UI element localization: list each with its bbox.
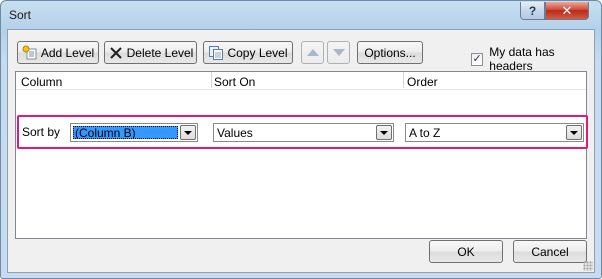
delete-level-button[interactable]: Delete Level	[104, 41, 197, 64]
add-level-icon	[22, 45, 38, 61]
delete-x-icon	[108, 45, 124, 61]
sort-on-dropdown[interactable]: Values	[213, 123, 394, 142]
chevron-down-icon	[380, 130, 388, 135]
header-divider[interactable]	[211, 72, 212, 88]
column-header-order: Order	[407, 75, 438, 89]
dropdown-button[interactable]	[376, 125, 392, 140]
dropdown-button[interactable]	[180, 125, 196, 140]
chevron-down-icon	[570, 130, 578, 135]
cancel-button[interactable]: Cancel	[513, 240, 587, 263]
add-level-label: Add Level	[40, 45, 95, 60]
arrow-down-icon	[332, 49, 345, 56]
headers-checkbox-label: My data has headers	[489, 45, 555, 73]
arrow-up-icon	[306, 49, 319, 56]
chevron-down-icon	[184, 130, 192, 135]
help-icon: ?	[528, 3, 537, 18]
sort-by-label: Sort by	[22, 125, 61, 139]
copy-level-button[interactable]: Copy Level	[203, 41, 293, 64]
sort-column-value: (Column B)	[73, 126, 178, 139]
resize-grip[interactable]	[583, 261, 593, 271]
my-data-has-headers-option[interactable]: ✓ My data has headers	[471, 45, 594, 73]
move-down-button[interactable]	[327, 41, 350, 64]
ok-button[interactable]: OK	[429, 240, 503, 263]
cancel-label: Cancel	[531, 244, 569, 259]
dialog-body: Add Level Delete Level Copy Level Option…	[7, 29, 595, 273]
copy-level-label: Copy Level	[227, 45, 288, 60]
options-label: Options...	[364, 45, 416, 60]
help-button[interactable]: ?	[520, 2, 545, 20]
header-separator	[16, 89, 586, 90]
add-level-button[interactable]: Add Level	[17, 41, 99, 64]
column-header-column: Column	[21, 75, 63, 89]
column-header-sort-on: Sort On	[214, 75, 256, 89]
order-value: A to Z	[409, 125, 441, 140]
headers-checkbox[interactable]: ✓	[471, 52, 484, 66]
sort-dialog: Sort ? ✕ Add Level Delete Level Copy Lev…	[0, 0, 602, 279]
sort-on-value: Values	[217, 125, 253, 140]
move-up-button[interactable]	[301, 41, 324, 64]
delete-level-label: Delete Level	[126, 45, 194, 60]
title-bar[interactable]: Sort ? ✕	[1, 1, 601, 29]
sort-levels-list[interactable]: Column Sort On Order Sort by (Column B) …	[15, 71, 588, 239]
copy-icon	[208, 45, 224, 61]
sort-column-dropdown[interactable]: (Column B)	[70, 123, 198, 142]
options-button[interactable]: Options...	[357, 41, 423, 64]
close-button[interactable]: ✕	[545, 2, 589, 20]
close-icon: ✕	[561, 2, 573, 18]
ok-label: OK	[457, 244, 475, 259]
dropdown-button[interactable]	[566, 125, 582, 140]
order-dropdown[interactable]: A to Z	[405, 123, 584, 142]
dialog-title: Sort	[9, 8, 32, 22]
header-divider[interactable]	[403, 72, 404, 88]
